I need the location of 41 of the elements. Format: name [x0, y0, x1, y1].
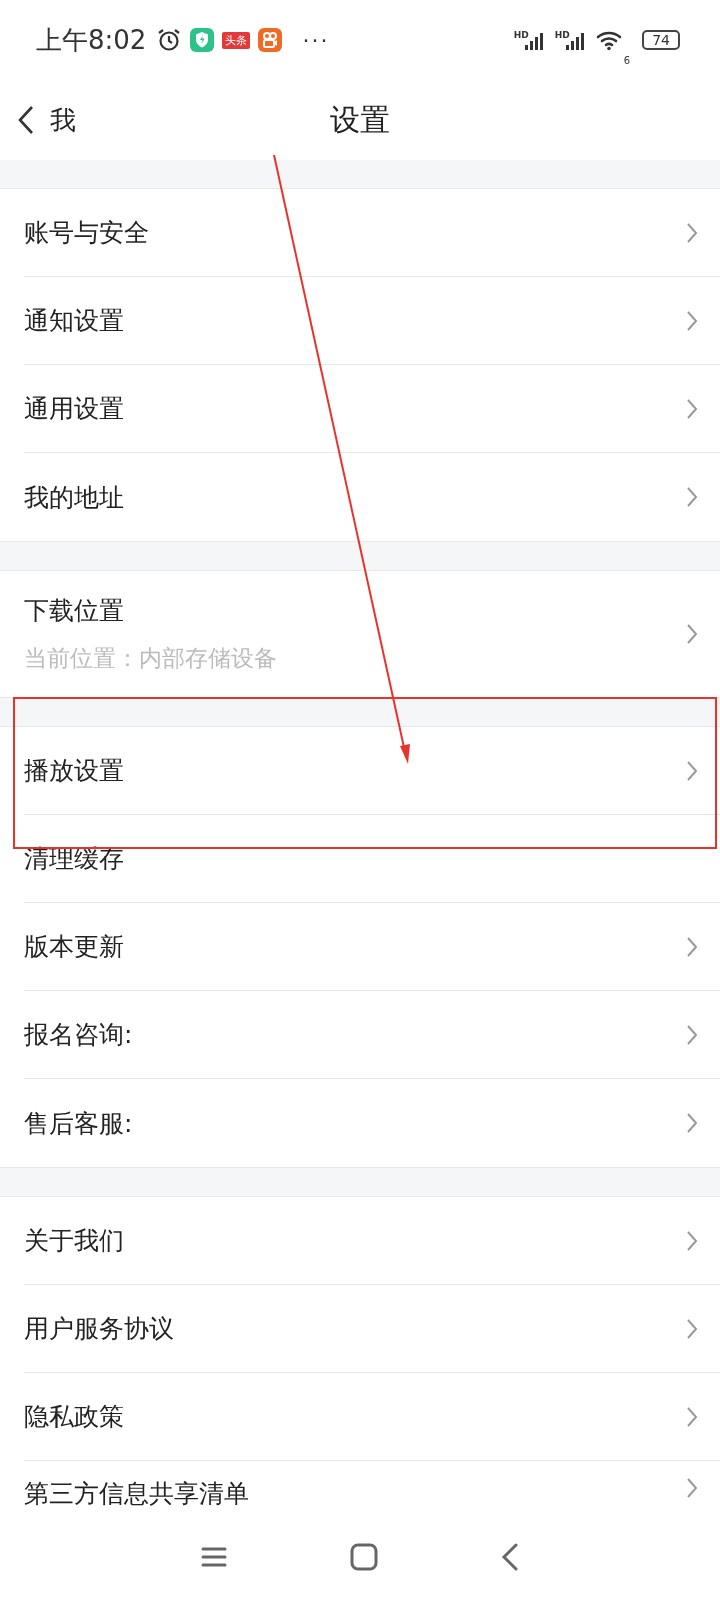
back-button[interactable]: 我 [0, 102, 76, 138]
item-label: 关于我们 [24, 1225, 125, 1257]
settings-item[interactable]: 关于我们 [24, 1197, 720, 1285]
network-label: HD [554, 30, 570, 40]
item-label: 隐私政策 [24, 1401, 125, 1433]
item-label: 账号与安全 [24, 217, 150, 249]
item-subtitle: 当前位置：内部存储设备 [24, 644, 278, 673]
item-label: 用户服务协议 [24, 1313, 175, 1345]
battery-indicator: 74 [642, 30, 680, 50]
item-label: 播放设置 [24, 755, 125, 787]
settings-item[interactable]: 通知设置 [24, 277, 720, 365]
item-label: 报名咨询: [24, 1019, 134, 1051]
home-icon [350, 1542, 378, 1571]
page-title: 设置 [330, 100, 390, 139]
back-icon [500, 1542, 519, 1571]
network-label: HD [513, 30, 529, 40]
settings-item[interactable]: 版本更新 [24, 903, 720, 991]
settings-item[interactable]: 报名咨询: [24, 991, 720, 1079]
back-icon [18, 105, 34, 135]
settings-item[interactable]: 账号与安全 [24, 189, 720, 277]
settings-item[interactable]: 用户服务协议 [24, 1285, 720, 1373]
settings-item[interactable]: 售后客服: [24, 1079, 720, 1167]
item-label: 下载位置 [24, 595, 125, 627]
app-badge: 头条 [222, 31, 251, 49]
more-notifications: ··· [302, 27, 330, 53]
item-label: 通用设置 [24, 393, 125, 425]
item-label: 售后客服: [24, 1107, 134, 1140]
item-label: 通知设置 [24, 305, 125, 337]
status-time: 上午8:02 [36, 23, 147, 57]
settings-item[interactable]: 隐私政策 [24, 1373, 720, 1461]
settings-item[interactable]: 第三方信息共享清单 [24, 1461, 720, 1513]
camera-app-icon [258, 28, 283, 52]
shield-app-icon [190, 28, 215, 52]
settings-item[interactable]: 通用设置 [24, 365, 720, 453]
menu-icon [201, 1545, 228, 1568]
item-label: 版本更新 [24, 931, 125, 963]
item-label: 我的地址 [24, 481, 125, 514]
wifi-icon [595, 29, 624, 51]
settings-item[interactable]: 我的地址 [24, 453, 720, 541]
item-label: 第三方信息共享清单 [24, 1478, 250, 1510]
wifi-label: 6 [623, 55, 631, 66]
